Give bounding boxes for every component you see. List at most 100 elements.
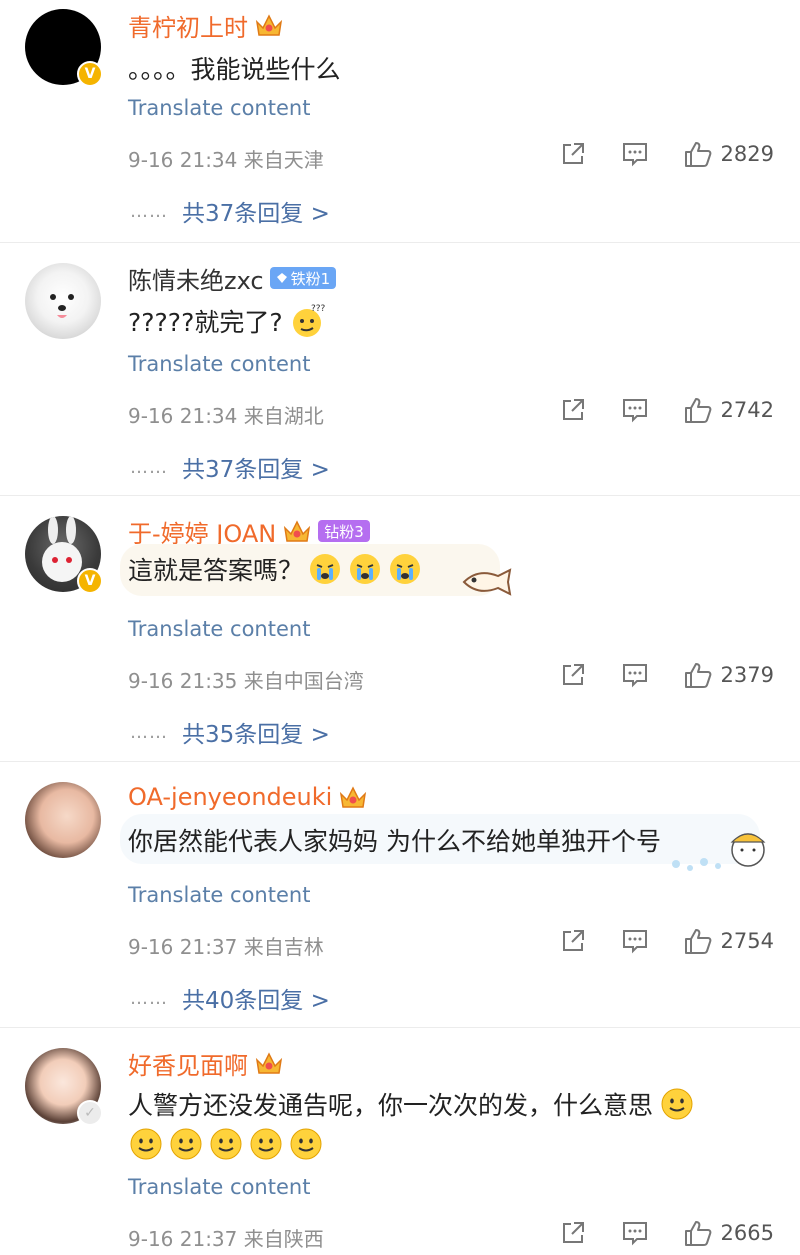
- dog-avatar-image: [50, 294, 74, 318]
- share-button[interactable]: [559, 141, 587, 167]
- smile-emoji-icon: [290, 1128, 322, 1160]
- comment-text: 。。。。我能说些什么: [128, 55, 341, 84]
- share-button[interactable]: [559, 928, 587, 954]
- comment-meta: 9-16 21:37 来自陕西: [128, 1227, 324, 1251]
- thumbs-up-icon: [684, 142, 711, 167]
- comment-text: 你居然能代表人家妈妈 为什么不给她单独开个号: [128, 827, 661, 856]
- comment-icon: [622, 930, 647, 954]
- view-replies-link[interactable]: …… 共37条回复 >: [130, 450, 330, 484]
- avatar[interactable]: [25, 782, 101, 858]
- thumbs-up-icon: [684, 663, 711, 688]
- verified-icon: V: [77, 568, 103, 594]
- like-button[interactable]: 2379: [683, 661, 774, 689]
- smile-emoji-icon: [170, 1128, 202, 1160]
- comment-item: V 于-婷婷 JOAN 钻粉3 這就是答案嗎？ Translate conten…: [0, 496, 800, 762]
- comment-button[interactable]: [621, 928, 649, 954]
- username[interactable]: 陈情未绝zxc: [128, 261, 264, 296]
- comment-icon: [622, 143, 647, 167]
- comment-button[interactable]: [621, 141, 649, 167]
- fan-badge-label: 铁粉1: [290, 269, 331, 288]
- comment-meta: 9-16 21:34 来自湖北: [128, 404, 324, 428]
- avatar[interactable]: V: [25, 516, 103, 594]
- bubble-character-sticker-icon: [672, 833, 766, 871]
- share-icon: [562, 1222, 584, 1243]
- comment-text: 人警方还没发通告呢，你一次次的发，什么意思: [128, 1091, 654, 1120]
- share-icon: [562, 399, 584, 420]
- view-replies-link[interactable]: …… 共35条回复 >: [130, 715, 330, 749]
- reply-dots: ……: [130, 200, 168, 222]
- avatar[interactable]: V: [25, 9, 103, 87]
- translate-link[interactable]: Translate content: [128, 352, 310, 376]
- like-button[interactable]: 2829: [683, 140, 774, 168]
- thumbs-up-icon: [684, 398, 711, 423]
- reply-count: 共37条回复 >: [182, 457, 330, 483]
- like-count: 2829: [720, 142, 774, 166]
- like-button[interactable]: 2742: [683, 396, 774, 424]
- like-count: 2665: [720, 1221, 774, 1245]
- fish-sticker-icon: [462, 568, 512, 596]
- translate-link[interactable]: Translate content: [128, 617, 310, 641]
- view-replies-link[interactable]: …… 共40条回复 >: [130, 981, 330, 1015]
- crying-emoji-icon: [310, 554, 341, 584]
- comment-icon: [622, 399, 647, 423]
- reply-dots: ……: [130, 456, 168, 478]
- reply-count: 共40条回复 >: [182, 988, 330, 1014]
- comment-item: ✓ 好香见面啊 人警方还没发通告呢，你一次次的发，什么意思 Translate …: [0, 1028, 800, 1255]
- crying-emoji-icon: [350, 554, 381, 584]
- share-button[interactable]: [559, 662, 587, 688]
- crown-icon: [255, 1052, 283, 1074]
- username[interactable]: OA-jenyeondeuki: [128, 783, 332, 811]
- emoji-row: [128, 1126, 324, 1162]
- comment-item: 陈情未绝zxc 铁粉1 ?????就完了? ??? Translate cont…: [0, 243, 800, 496]
- fan-badge-label: 钻粉3: [324, 522, 364, 541]
- like-button[interactable]: 2754: [683, 927, 774, 955]
- reply-dots: ……: [130, 721, 168, 743]
- fan-badge: 钻粉3: [318, 520, 370, 542]
- svg-text:???: ???: [311, 304, 325, 314]
- reply-dots: ……: [130, 987, 168, 1009]
- verified-icon: ✓: [77, 1100, 103, 1126]
- share-button[interactable]: [559, 397, 587, 423]
- translate-link[interactable]: Translate content: [128, 1175, 310, 1199]
- smile-emoji-icon: [250, 1128, 282, 1160]
- avatar[interactable]: [25, 263, 101, 339]
- verified-icon: V: [77, 61, 103, 87]
- thumbs-up-icon: [684, 1221, 711, 1246]
- comment-text: ?????就完了?: [128, 308, 283, 337]
- translate-link[interactable]: Translate content: [128, 96, 310, 120]
- share-icon: [562, 930, 584, 951]
- avatar[interactable]: ✓: [25, 1048, 103, 1126]
- translate-link[interactable]: Translate content: [128, 883, 310, 907]
- smile-emoji-icon: [130, 1128, 162, 1160]
- reply-count: 共37条回复 >: [182, 201, 330, 227]
- comment-button[interactable]: [621, 662, 649, 688]
- like-button[interactable]: 2665: [683, 1219, 774, 1247]
- view-replies-link[interactable]: …… 共37条回复 >: [130, 194, 330, 228]
- comment-meta: 9-16 21:37 来自吉林: [128, 935, 324, 959]
- crown-icon: [255, 14, 283, 36]
- reply-count: 共35条回复 >: [182, 722, 330, 748]
- crown-icon: [340, 786, 367, 808]
- confused-emoji-icon: ???: [292, 304, 325, 337]
- thumbs-up-icon: [684, 929, 711, 954]
- share-icon: [562, 664, 584, 685]
- crown-icon: [284, 520, 311, 542]
- comment-item: OA-jenyeondeuki 你居然能代表人家妈妈 为什么不给她单独开个号 T…: [0, 762, 800, 1028]
- comment-meta: 9-16 21:35 来自中国台湾: [128, 669, 364, 693]
- comment-meta: 9-16 21:34 来自天津: [128, 148, 324, 172]
- share-icon: [562, 143, 584, 164]
- username[interactable]: 青柠初上时: [128, 8, 248, 43]
- smile-emoji-icon: [210, 1128, 242, 1160]
- comment-icon: [622, 664, 647, 688]
- fan-badge: 铁粉1: [269, 267, 337, 289]
- crying-emoji-icon: [390, 554, 421, 584]
- username[interactable]: 好香见面啊: [128, 1046, 248, 1081]
- comment-text: 這就是答案嗎？: [128, 556, 304, 585]
- share-button[interactable]: [559, 1220, 587, 1246]
- like-count: 2742: [720, 398, 774, 422]
- comment-icon: [622, 1222, 647, 1246]
- comment-button[interactable]: [621, 1220, 649, 1246]
- like-count: 2379: [720, 663, 774, 687]
- smile-emoji-icon: [661, 1088, 693, 1120]
- comment-button[interactable]: [621, 397, 649, 423]
